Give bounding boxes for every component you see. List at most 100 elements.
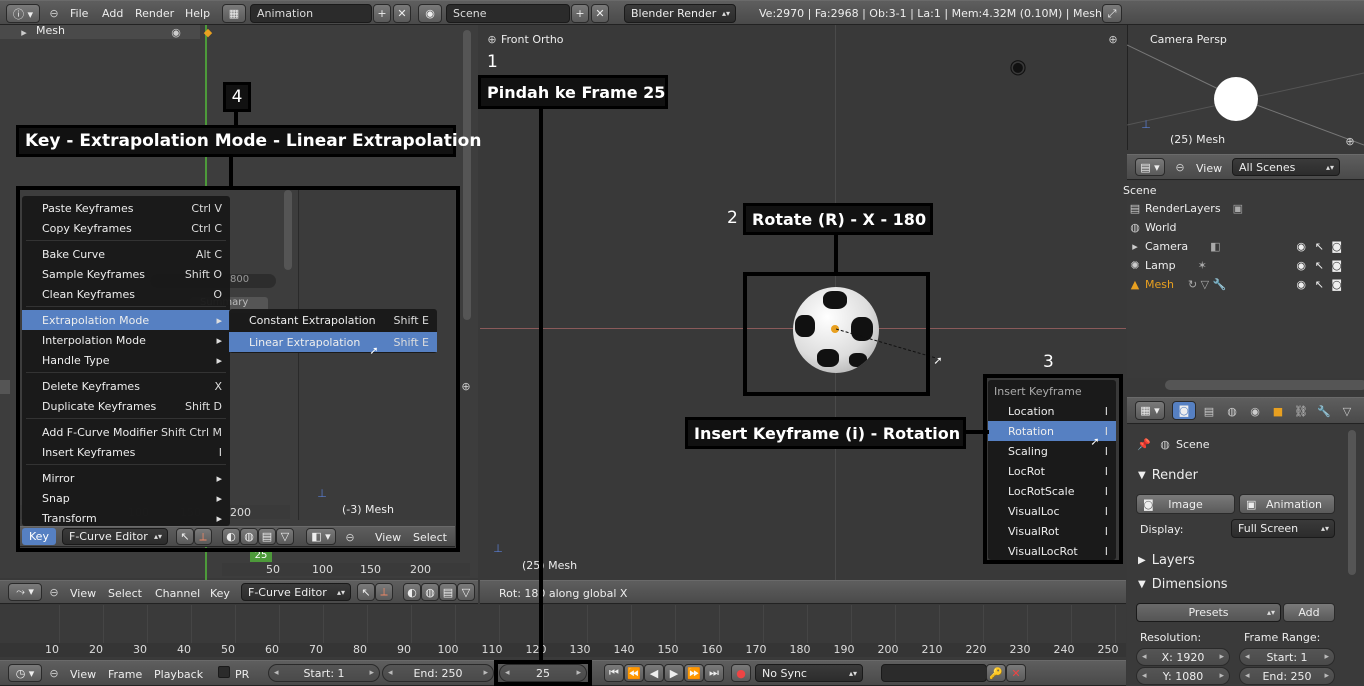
- render-image-button[interactable]: ◙ Image: [1136, 494, 1235, 514]
- sync-dropdown[interactable]: No Sync ▴▾: [755, 664, 863, 682]
- graph-editor-type-button[interactable]: ⤳ ▾: [8, 583, 42, 601]
- remove-screen-button[interactable]: ✕: [393, 4, 411, 23]
- select-arrow-icon[interactable]: ↖: [1315, 240, 1324, 253]
- world-tab-icon[interactable]: ◉: [1247, 403, 1263, 419]
- jump-start-button[interactable]: ⏮: [604, 664, 624, 682]
- play-button[interactable]: ▶: [664, 664, 684, 682]
- keying-set-delete-button[interactable]: ✕: [1006, 664, 1026, 682]
- outliner-scene[interactable]: Scene: [1123, 181, 1364, 200]
- jump-end-button[interactable]: ⏭: [704, 664, 724, 682]
- scene-icon[interactable]: ◉: [418, 4, 442, 23]
- outliner-collapse-icon[interactable]: ⊖: [1172, 159, 1188, 175]
- visibility-eye-icon[interactable]: ◉: [1296, 240, 1306, 253]
- graph-normalize-tool[interactable]: ▤: [439, 583, 457, 601]
- screen-layout-field[interactable]: Animation: [250, 4, 372, 23]
- visibility-eye-icon[interactable]: ◉: [1296, 259, 1306, 272]
- render-animation-button[interactable]: ▣ Animation: [1239, 494, 1335, 514]
- graph-menu-view[interactable]: View: [70, 587, 96, 600]
- render-layers-tab-icon[interactable]: ▤: [1201, 403, 1217, 419]
- data-tab-icon[interactable]: ▽: [1339, 403, 1355, 419]
- menu-file[interactable]: File: [70, 7, 88, 20]
- graph-menu-key[interactable]: Key: [210, 587, 230, 600]
- add-preset-button[interactable]: Add: [1283, 603, 1335, 622]
- timeline-menu-playback[interactable]: Playback: [154, 668, 203, 681]
- pin-icon[interactable]: 📌: [1136, 436, 1152, 452]
- menu-add[interactable]: Add: [102, 7, 123, 20]
- properties-scrollbar[interactable]: [1348, 430, 1356, 575]
- viewport-add-icon[interactable]: ⊕: [484, 31, 500, 47]
- graph-collapse-icon[interactable]: ⊖: [46, 584, 62, 600]
- scene-field[interactable]: Scene: [446, 4, 570, 23]
- select-arrow-icon[interactable]: ↖: [1315, 278, 1324, 291]
- outliner-world[interactable]: ◍ World: [1127, 218, 1364, 237]
- properties-editor-type[interactable]: ▦ ▾: [1135, 401, 1165, 420]
- frame-start-field[interactable]: Start: 1: [1239, 648, 1335, 666]
- preview-range-checkbox[interactable]: [218, 666, 230, 678]
- outliner-scrollbar[interactable]: [1165, 380, 1364, 390]
- select-arrow-icon[interactable]: ↖: [1315, 259, 1324, 272]
- menu-render[interactable]: Render: [135, 7, 174, 20]
- eye-icon[interactable]: ◉: [168, 24, 184, 40]
- resolution-y-field[interactable]: Y: 1080: [1136, 667, 1230, 685]
- graph-transform-tool[interactable]: ⟂: [375, 583, 393, 601]
- remove-scene-button[interactable]: ✕: [591, 4, 609, 23]
- outliner-renderlayers[interactable]: ▤ RenderLayers ▣: [1127, 199, 1364, 218]
- timeline-editor-type[interactable]: ◷ ▾: [8, 664, 42, 682]
- left-scrollbar[interactable]: [463, 30, 471, 320]
- modifiers-tab-icon[interactable]: 🔧: [1316, 403, 1332, 419]
- object-tab-icon[interactable]: ■: [1270, 403, 1286, 419]
- screen-layout-icon[interactable]: ▦: [222, 4, 246, 23]
- visibility-eye-icon[interactable]: ◉: [1296, 278, 1306, 291]
- keying-set-field[interactable]: [881, 664, 987, 682]
- add-region-icon[interactable]: ⊕: [458, 378, 474, 394]
- graph-editor-mode-dropdown[interactable]: F-Curve Editor ▴▾: [241, 583, 351, 601]
- display-dropdown[interactable]: Full Screen ▴▾: [1231, 519, 1335, 538]
- timeline-collapse-icon[interactable]: ⊖: [46, 665, 62, 681]
- graph-menu-channel[interactable]: Channel: [155, 587, 200, 600]
- dimensions-panel-header[interactable]: ▼ Dimensions: [1138, 577, 1228, 592]
- graph-snap-tool[interactable]: ◍: [421, 583, 439, 601]
- scene-tab-icon[interactable]: ◍: [1224, 403, 1240, 419]
- outliner-editor-type[interactable]: ▤ ▾: [1135, 158, 1165, 176]
- render-engine-dropdown[interactable]: Blender Render ▴▾: [624, 4, 736, 23]
- presets-dropdown[interactable]: Presets ▴▾: [1136, 603, 1281, 622]
- timeline-menu-frame[interactable]: Frame: [108, 668, 142, 681]
- jump-prev-keyframe-button[interactable]: ⏪: [624, 664, 644, 682]
- outliner-view-menu[interactable]: View: [1196, 162, 1222, 175]
- expand-arrow-icon[interactable]: ▸: [16, 24, 32, 40]
- add-screen-button[interactable]: +: [373, 4, 391, 23]
- render-camera-icon[interactable]: ◙: [1331, 259, 1342, 272]
- timeline-menu-view[interactable]: View: [70, 668, 96, 681]
- menu-help[interactable]: Help: [185, 7, 210, 20]
- outliner-camera[interactable]: ▸ Camera ◧ ◉ ↖ ◙: [1127, 237, 1364, 256]
- render-tab-icon[interactable]: ◙: [1172, 401, 1196, 420]
- outliner-lamp[interactable]: ✺ Lamp ✶ ◉ ↖ ◙: [1127, 256, 1364, 275]
- render-image-label: Image: [1168, 497, 1203, 511]
- render-panel-header[interactable]: ▼ Render: [1138, 468, 1198, 483]
- graph-filter-tool[interactable]: ▽: [457, 583, 475, 601]
- outliner-mesh[interactable]: ▲ Mesh ↻ ▽ 🔧 ◉ ↖ ◙: [1127, 275, 1364, 294]
- graph-cursor-tool[interactable]: ↖: [357, 583, 375, 601]
- viewport-corner-icon[interactable]: ⊕: [1105, 31, 1121, 47]
- render-camera-icon[interactable]: ◙: [1331, 240, 1342, 253]
- resolution-x-field[interactable]: X: 1920: [1136, 648, 1230, 666]
- keying-set-insert-button[interactable]: 🔑: [986, 664, 1006, 682]
- render-camera-icon[interactable]: ◙: [1331, 278, 1342, 291]
- camera-corner-icon[interactable]: ⊕: [1342, 133, 1358, 149]
- frame-end-field[interactable]: End: 250: [1239, 667, 1335, 685]
- record-button[interactable]: ●: [731, 664, 751, 682]
- timeline-start-field[interactable]: Start: 1: [268, 664, 380, 682]
- add-scene-button[interactable]: +: [571, 4, 589, 23]
- constraints-tab-icon[interactable]: ⛓: [1293, 403, 1309, 419]
- layers-panel-header[interactable]: ▶ Layers: [1138, 553, 1195, 568]
- graph-menu-select[interactable]: Select: [108, 587, 142, 600]
- info-editor-type-button[interactable]: ⓘ ▾: [6, 4, 40, 23]
- graph-pivot-tool[interactable]: ◐: [403, 583, 421, 601]
- jump-next-keyframe-button[interactable]: ⏩: [684, 664, 704, 682]
- collapse-menu-icon[interactable]: ⊖: [46, 5, 62, 21]
- timeline-tick-label: 50: [221, 643, 235, 656]
- outliner-filter-dropdown[interactable]: All Scenes ▴▾: [1232, 158, 1340, 176]
- play-reverse-button[interactable]: ◀: [644, 664, 664, 682]
- fullscreen-toggle-button[interactable]: ⤢: [1102, 4, 1122, 23]
- timeline-end-field[interactable]: End: 250: [382, 664, 494, 682]
